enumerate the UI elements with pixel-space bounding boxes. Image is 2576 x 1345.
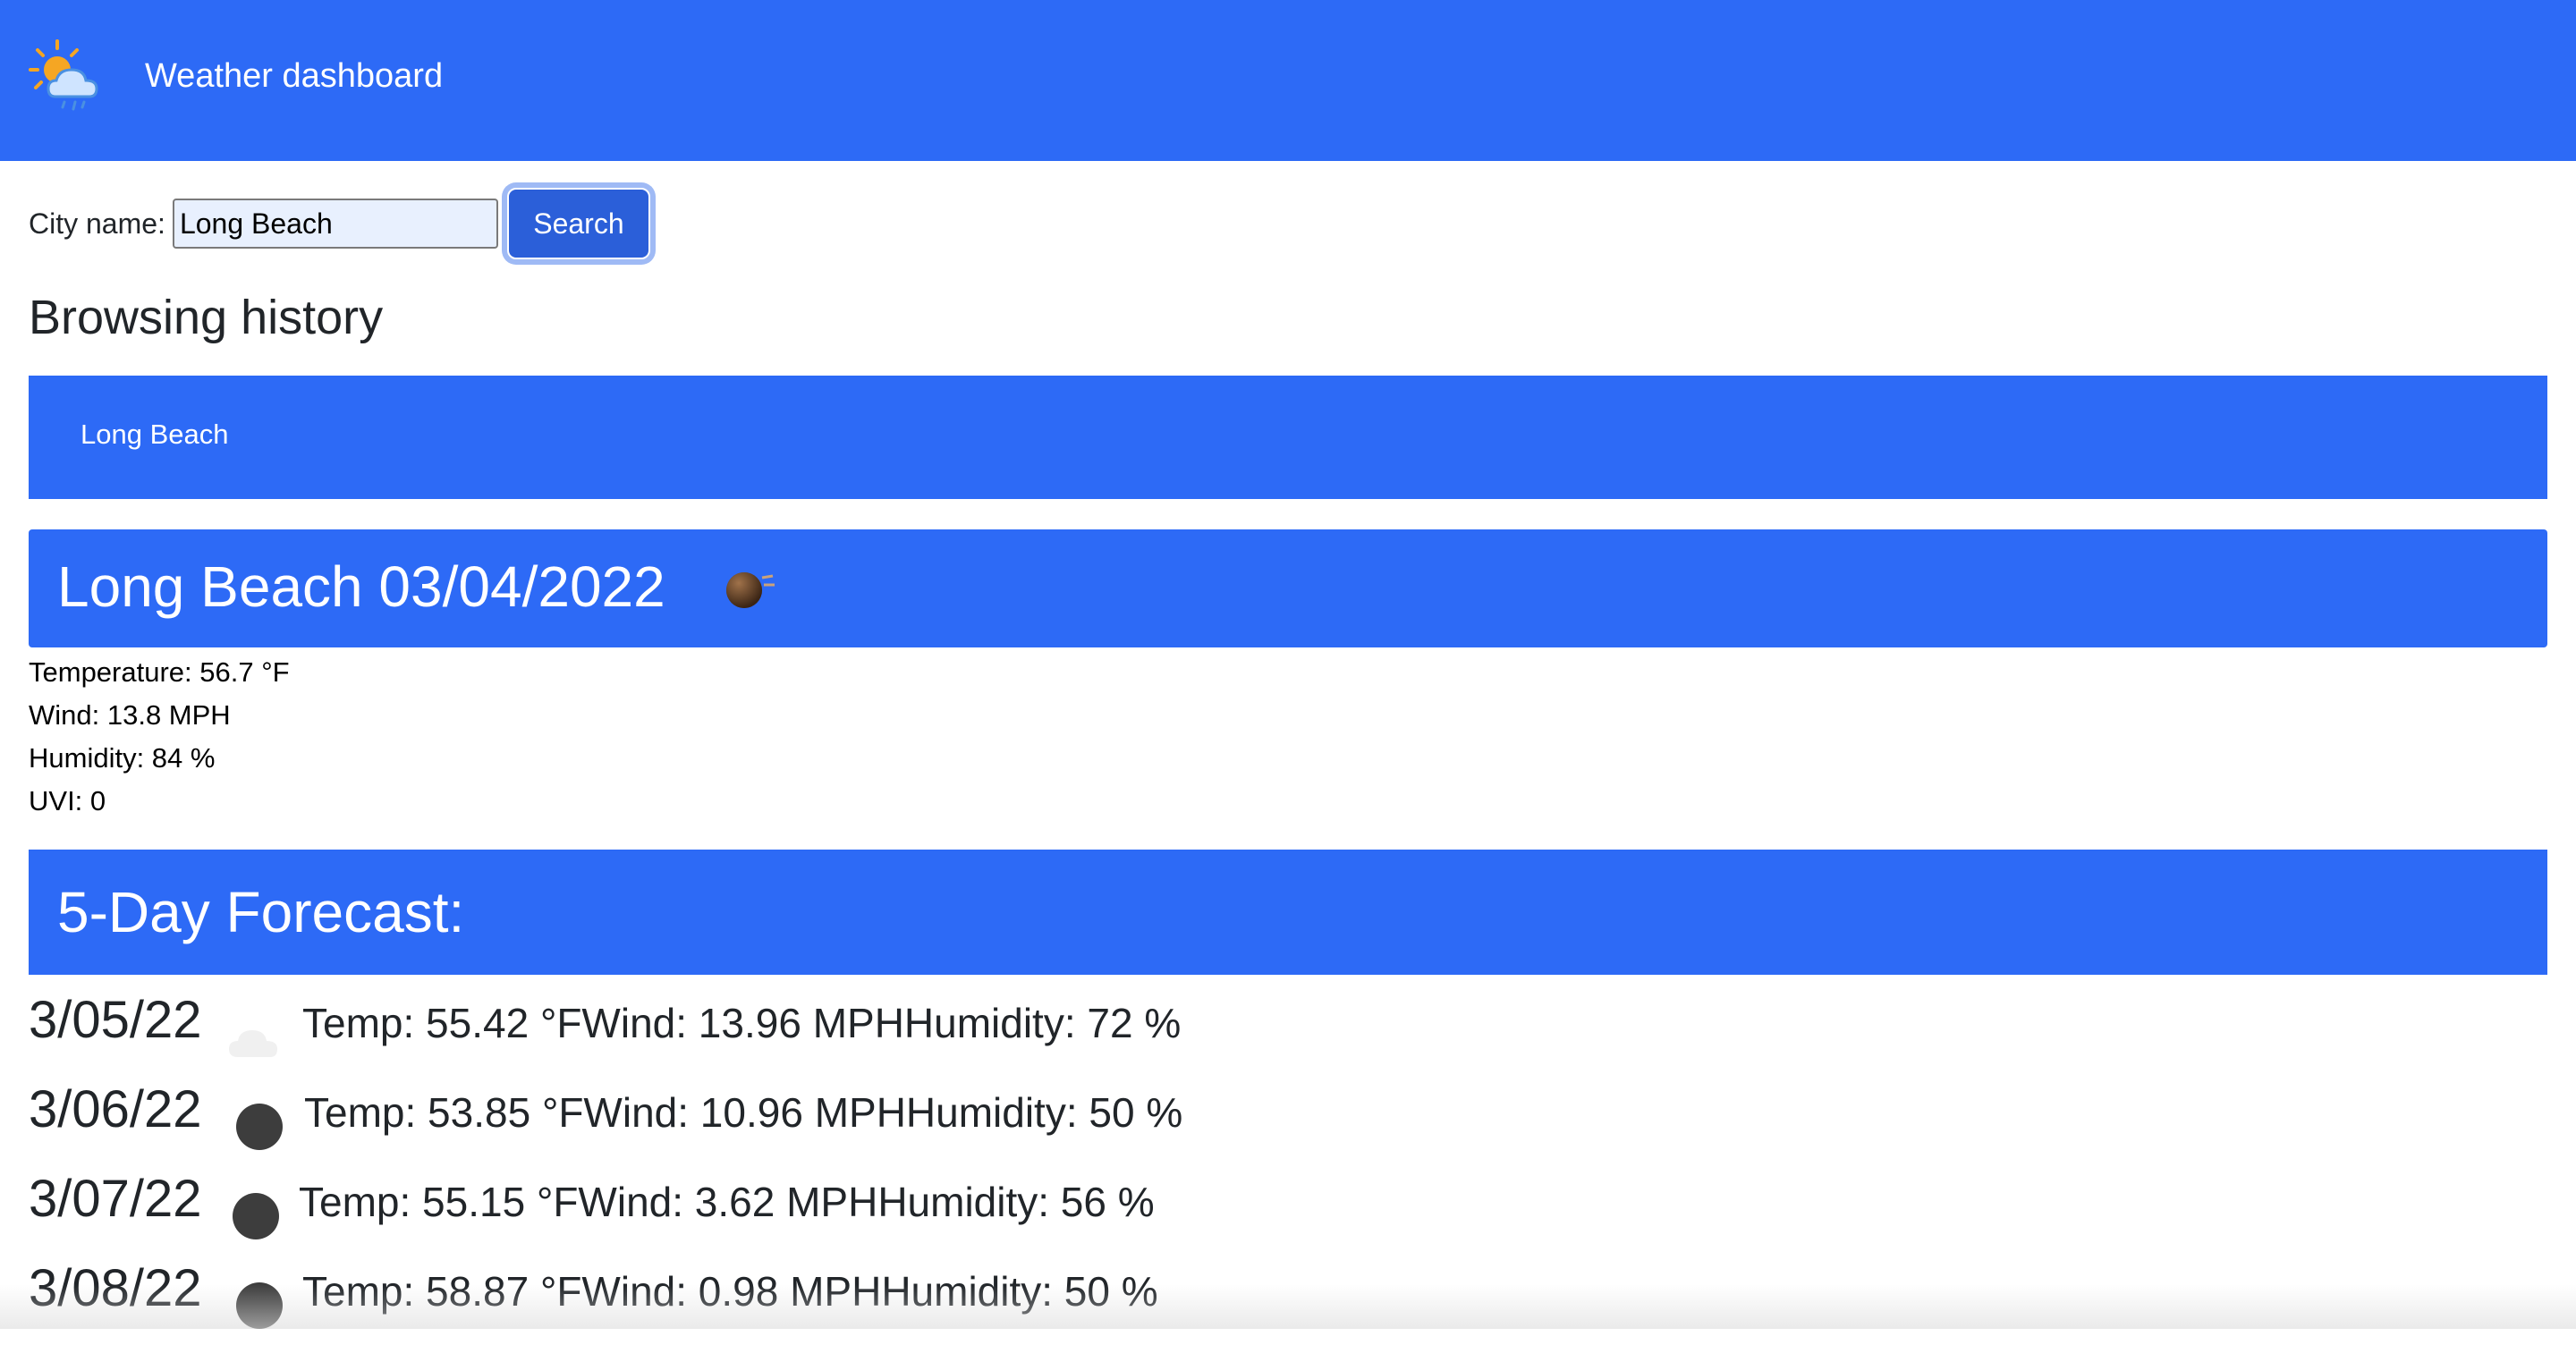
forecast-day: 3/05/22 Temp: 55.42 °FWind: 13.96 MPHHum… xyxy=(29,987,2547,1077)
forecast-summary: Temp: 58.87 °FWind: 0.98 MPHHumidity: 50… xyxy=(302,1263,1158,1320)
browsing-history-heading: Browsing history xyxy=(29,286,383,349)
forecast-summary: Temp: 55.42 °FWind: 13.96 MPHHumidity: 7… xyxy=(302,994,1181,1052)
dark-circle-icon xyxy=(234,1096,293,1152)
dark-circle-icon xyxy=(231,1186,290,1241)
dark-circle-icon xyxy=(234,1275,293,1331)
night-clear-icon xyxy=(723,563,776,613)
current-weather-header: Long Beach 03/04/2022 xyxy=(29,529,2547,647)
search-button[interactable]: Search xyxy=(507,188,650,259)
uvi-text: UVI: 0 xyxy=(29,780,290,823)
current-city-date: Long Beach 03/04/2022 xyxy=(57,551,665,622)
wind-text: Wind: 13.8 MPH xyxy=(29,694,290,737)
city-name-label: City name: xyxy=(29,207,165,241)
forecast-header: 5-Day Forecast: xyxy=(29,850,2547,975)
current-weather-stats: Temperature: 56.7 °F Wind: 13.8 MPH Humi… xyxy=(29,651,290,823)
forecast-date: 3/05/22 xyxy=(29,987,202,1053)
forecast-date: 3/07/22 xyxy=(29,1166,202,1232)
forecast-date: 3/06/22 xyxy=(29,1077,202,1143)
temperature-text: Temperature: 56.7 °F xyxy=(29,651,290,694)
forecast-day: 3/06/22 Temp: 53.85 °FWind: 10.96 MPHHum… xyxy=(29,1077,2547,1166)
forecast-day: 3/07/22 Temp: 55.15 °FWind: 3.62 MPHHumi… xyxy=(29,1166,2547,1256)
history-item-long-beach[interactable]: Long Beach xyxy=(80,419,228,451)
search-form: City name: Search xyxy=(29,186,650,261)
brand-title[interactable]: Weather dashboard xyxy=(145,55,443,97)
humidity-text: Humidity: 84 % xyxy=(29,737,290,780)
sun-cloud-rain-icon xyxy=(27,38,107,118)
navbar: Weather dashboard xyxy=(0,0,2576,161)
forecast-day: 3/08/22 Temp: 58.87 °FWind: 0.98 MPHHumi… xyxy=(29,1256,2547,1345)
forecast-list: 3/05/22 Temp: 55.42 °FWind: 13.96 MPHHum… xyxy=(29,987,2547,1345)
city-name-input[interactable] xyxy=(173,199,498,249)
history-list: Long Beach xyxy=(29,376,2547,499)
forecast-summary: Temp: 53.85 °FWind: 10.96 MPHHumidity: 5… xyxy=(304,1084,1182,1141)
cloud-icon xyxy=(225,1012,284,1068)
forecast-heading: 5-Day Forecast: xyxy=(57,876,464,948)
forecast-summary: Temp: 55.15 °FWind: 3.62 MPHHumidity: 56… xyxy=(299,1173,1155,1231)
forecast-date: 3/08/22 xyxy=(29,1256,202,1322)
